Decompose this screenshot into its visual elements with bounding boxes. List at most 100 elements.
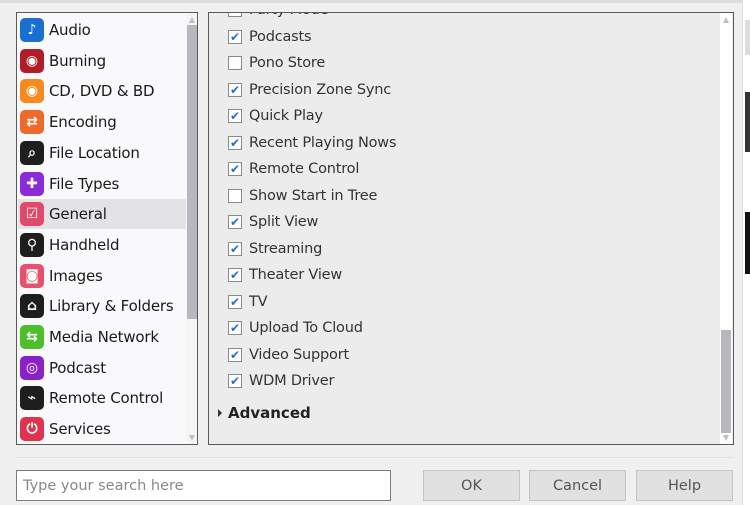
camera-icon: ◙ [20, 263, 44, 288]
search-input[interactable] [16, 470, 391, 501]
window-top-edge [0, 0, 742, 3]
option-label: Recent Playing Nows [249, 134, 397, 151]
sidebar-item-remote-control[interactable]: ⌁ Remote Control [18, 383, 186, 413]
puzzle-icon: ✚ [20, 171, 44, 196]
checkbox-icon: ☑ [20, 202, 44, 227]
option-label: Theater View [249, 267, 343, 283]
checkbox-checked[interactable]: ✔ [228, 374, 242, 388]
option-wdm-driver[interactable]: ✔ WDM Driver [228, 370, 334, 392]
option-pono-store[interactable]: Pono Store [228, 52, 325, 74]
option-label: Streaming [249, 240, 323, 257]
checkbox-checked[interactable]: ✔ [228, 321, 242, 335]
option-precision-zone-sync[interactable]: ✔ Precision Zone Sync [228, 79, 391, 101]
option-split-view[interactable]: ✔ Split View [228, 211, 318, 233]
option-label: Show Start in Tree [249, 187, 378, 204]
plug-icon: ⏻ [20, 417, 44, 442]
scroll-down-arrow-icon[interactable]: ▼ [186, 433, 197, 442]
option-streaming[interactable]: ✔ Streaming [228, 238, 322, 260]
sidebar-item-media-network[interactable]: ⇆ Media Network [18, 322, 186, 352]
checkbox-unchecked[interactable] [228, 56, 242, 70]
sidebar-item-label: Burning [49, 51, 107, 70]
sidebar-scroll-thumb[interactable] [187, 25, 197, 319]
option-label: Upload To Cloud [249, 320, 363, 336]
option-podcasts[interactable]: ✔ Podcasts [228, 26, 312, 48]
sidebar-scrollbar[interactable]: ▲ ▼ [186, 13, 197, 444]
checkbox-checked[interactable]: ✔ [228, 268, 242, 282]
option-show-start-in-tree[interactable]: Show Start in Tree [228, 185, 377, 207]
checkbox-checked[interactable]: ✔ [228, 162, 242, 176]
sidebar-item-label: Remote Control [49, 389, 164, 408]
network-icon: ⇆ [20, 325, 44, 349]
home-music-icon: ⌂ [20, 294, 44, 319]
option-label: Split View [249, 214, 319, 230]
expand-triangle-icon [218, 409, 222, 417]
checkbox-checked[interactable]: ✔ [228, 109, 242, 123]
option-label: Quick Play [249, 108, 323, 124]
option-upload-to-cloud[interactable]: ✔ Upload To Cloud [228, 317, 363, 339]
ok-button[interactable]: OK [423, 470, 520, 501]
sidebar-item-file-types[interactable]: ✚ File Types [18, 169, 186, 199]
checkbox-checked[interactable]: ✔ [228, 294, 242, 309]
checkbox-checked[interactable]: ✔ [228, 215, 242, 229]
sidebar-item-audio[interactable]: ♪ Audio [18, 15, 186, 45]
checkbox-unchecked[interactable] [228, 188, 242, 203]
sidebar-item-label: Services [49, 420, 111, 439]
sidebar-item-label: File Types [49, 174, 120, 193]
checkbox-checked[interactable]: ✔ [228, 347, 242, 362]
checkbox-checked[interactable]: ✔ [228, 241, 242, 256]
scroll-up-arrow-icon[interactable]: ▲ [186, 15, 197, 24]
sidebar-item-file-location[interactable]: ⌕ File Location [18, 138, 186, 168]
file-search-icon: ⌕ [20, 140, 44, 165]
sidebar-item-label: Podcast [49, 358, 106, 377]
sidebar-item-label: Media Network [49, 328, 159, 346]
sidebar-item-encoding[interactable]: ⇄ Encoding [18, 107, 186, 137]
sidebar-item-label: Handheld [49, 235, 120, 254]
scroll-up-arrow-icon[interactable]: ▲ [720, 15, 732, 24]
burning-disc-icon: ◉ [20, 48, 44, 73]
option-label: Pono Store [249, 55, 326, 71]
settings-category-list[interactable]: ▲ ▼ ♪ Audio ◉ Burning ◉ CD, DVD & BD ⇄ Encoding… [16, 12, 198, 445]
sidebar-item-podcast[interactable]: ◎ Podcast [18, 353, 186, 383]
sidebar-item-label: CD, DVD & BD [49, 82, 155, 101]
option-party-mode[interactable]: ✔ Party Mode [228, 13, 329, 21]
disc-icon: ◉ [20, 79, 44, 104]
footer-divider [16, 457, 734, 458]
usb-icon: ⚲ [20, 232, 44, 257]
sidebar-item-label: Audio [49, 21, 91, 39]
remote-control-icon: ⌁ [20, 386, 44, 411]
option-remote-control[interactable]: ✔ Remote Control [228, 158, 359, 180]
sidebar-item-images[interactable]: ◙ Images [18, 261, 186, 291]
option-label: Precision Zone Sync [249, 81, 391, 98]
cancel-button[interactable]: Cancel [529, 470, 626, 501]
option-label: Video Support [249, 346, 349, 363]
option-quick-play[interactable]: ✔ Quick Play [228, 105, 323, 127]
scroll-down-arrow-icon[interactable]: ▼ [720, 433, 732, 442]
sidebar-item-handheld[interactable]: ⚲ Handheld [18, 230, 186, 260]
option-label: TV [249, 293, 268, 310]
general-options-panel: ▲ ▼ Advanced ✔ Party Mode ✔ Podcasts Pono St… [208, 12, 734, 445]
advanced-expander[interactable]: Advanced [218, 404, 311, 422]
sidebar-item-label: Library & Folders [49, 297, 174, 316]
options-scrollbar[interactable]: ▲ ▼ [720, 13, 732, 444]
sidebar-item-burning[interactable]: ◉ Burning [18, 46, 186, 76]
option-tv[interactable]: ✔ TV [228, 291, 268, 313]
option-theater-view[interactable]: ✔ Theater View [228, 264, 342, 286]
option-label: Party Mode [249, 13, 329, 18]
checkbox-checked[interactable]: ✔ [228, 29, 242, 44]
help-button[interactable]: Help [636, 470, 733, 501]
option-recent-playing-nows[interactable]: ✔ Recent Playing Nows [228, 132, 397, 154]
checkbox-checked[interactable]: ✔ [228, 82, 242, 97]
options-scroll-thumb[interactable] [721, 330, 731, 433]
checkbox-checked[interactable]: ✔ [228, 135, 242, 150]
sidebar-item-general[interactable]: ☑ General [18, 199, 186, 230]
sidebar-item-cd-dvd-bd[interactable]: ◉ CD, DVD & BD [18, 76, 186, 106]
sidebar-item-label: File Location [49, 143, 140, 162]
option-label: WDM Driver [249, 373, 335, 389]
checkbox-checked[interactable]: ✔ [228, 13, 242, 17]
option-video-support[interactable]: ✔ Video Support [228, 344, 349, 366]
sidebar-item-services[interactable]: ⏻ Services [18, 414, 186, 444]
sidebar-item-label: General [49, 205, 107, 224]
music-note-icon: ♪ [20, 18, 44, 42]
sidebar-item-library-folders[interactable]: ⌂ Library & Folders [18, 291, 186, 321]
advanced-label: Advanced [228, 404, 311, 422]
